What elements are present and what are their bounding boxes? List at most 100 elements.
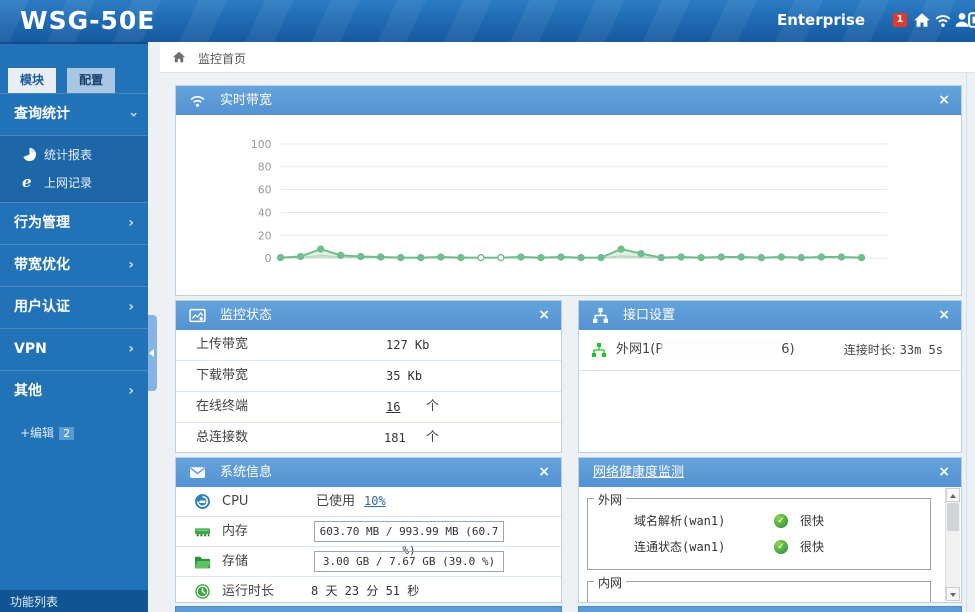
sidebar-item-behavior[interactable]: 行为管理 › [0,202,148,244]
panel-network-health: 网络健康度监测 × 外网 域名解析(wan1) ✓ 很快 连通状态(wan1) … [578,457,962,603]
panel-realtime-bandwidth: 实时带宽 × 020406080100 [175,85,962,296]
sidebar-item-label: 上网记录 [44,176,92,190]
row-label: 上传带宽 [196,330,248,360]
health-group-wan: 外网 域名解析(wan1) ✓ 很快 连通状态(wan1) ✓ 很快 [587,498,931,570]
sidebar-collapse-handle[interactable] [148,315,157,391]
sidebar-item-web-records[interactable]: e上网记录 [0,169,148,196]
sidebar-item-vpn[interactable]: VPN › [0,328,148,370]
panel-interface-settings: 接口设置 × 外网1(P6) 连接时长: 33m 5s [578,300,962,453]
tab-modules[interactable]: 模块 [8,68,56,93]
sidebar-item-user-auth[interactable]: 用户认证 › [0,286,148,328]
sidebar-item-query-stats[interactable]: 查询统计 › [0,93,148,135]
logout-icon[interactable] [968,11,975,29]
chart-image-icon [189,307,206,324]
sidebar: 模块 配置 查询统计 › 统计报表 e上网记录 行为管理 › 带宽优化 › [0,42,148,612]
close-icon[interactable]: × [938,458,950,487]
close-icon[interactable]: × [538,301,550,330]
sidebar-item-label: 其他 [14,383,42,399]
close-icon[interactable]: × [938,86,950,115]
edit-label: +编辑 [20,426,54,440]
svg-text:100: 100 [251,138,272,151]
cpu-usage-link[interactable]: 10% [364,487,386,516]
check-name: 域名解析(wan1) [634,508,725,534]
health-scrollbar[interactable] [945,488,960,601]
panel-system-info: 系统信息 × CPU 已使用 10% 内存 603.70 MB / 993.99… [175,457,562,603]
wan-interface-row[interactable]: 外网1(P6) 连接时长: 33m 5s [579,330,961,371]
home-icon-breadcrumb[interactable] [172,50,186,64]
monitor-row-upload: 上传带宽 127 Kb [176,330,561,361]
panel-header-interface: 接口设置 × [579,301,961,330]
breadcrumb[interactable]: 监控首页 [198,50,246,67]
breadcrumb-bar: 监控首页 [160,42,975,73]
group-label: 内网 [594,574,626,591]
online-terminals-link[interactable]: 16 [386,392,400,422]
panel-monitor-status: 监控状态 × 上传带宽 127 Kb 下载带宽 35 Kb 在线终端 16 个 … [175,300,562,453]
cpu-icon [194,493,211,510]
uptime-value: 8 天 23 分 51 秒 [311,577,419,606]
edit-badge: 2 [59,427,74,440]
envelope-icon [189,464,206,481]
row-label: 下载带宽 [196,361,248,391]
row-value: 181 [384,423,406,453]
bandwidth-chart: 020406080100 [176,115,961,295]
sidebar-item-label: 用户认证 [14,299,70,315]
chevron-right-icon: › [128,371,134,412]
scroll-up-icon[interactable] [946,488,960,502]
home-icon[interactable] [913,11,931,29]
sidebar-item-label: 带宽优化 [14,257,70,273]
panel-header-bandwidth: 实时带宽 × [176,86,961,115]
close-icon[interactable]: × [938,301,950,330]
monitor-row-connections: 181 总连接数 个 [176,423,561,453]
row-label: 内存 [222,517,248,546]
memory-icon [194,523,211,540]
svg-text:40: 40 [258,206,272,219]
system-row-memory: 内存 603.70 MB / 993.99 MB (60.7 %) [176,517,561,547]
sidebar-item-other[interactable]: 其他 › [0,370,148,412]
edition-label: Enterprise [777,11,865,29]
storage-meter: 3.00 GB / 7.67 GB (39.0 %) [314,551,504,572]
sidebar-item-label: 查询统计 [14,106,70,122]
panel-header-monitor: 监控状态 × [176,301,561,330]
panel-title: 实时带宽 [220,86,272,115]
chevron-right-icon: › [128,245,134,286]
sidebar-edit-button[interactable]: +编辑 2 [20,424,148,441]
notification-badge[interactable]: 1 [893,13,907,27]
panel-partial-right [578,606,962,612]
health-title-link[interactable]: 网络健康度监测 [593,458,684,487]
row-label: 在线终端 [196,392,248,422]
sidebar-item-label: 行为管理 [14,215,70,231]
row-value: 127 Kb [386,330,429,360]
sidebar-item-label: 统计报表 [44,148,92,162]
wifi-icon [189,92,206,109]
health-body: 外网 域名解析(wan1) ✓ 很快 连通状态(wan1) ✓ 很快 内网 [579,487,961,602]
app-window: WSG-50E Enterprise 1 模块 配置 查询统计 › [0,0,975,612]
main-content: 监控首页 实时带宽 × 020406080100 监控状态 × [160,42,975,612]
tab-config[interactable]: 配置 [67,68,115,93]
scroll-down-icon[interactable] [946,587,960,601]
redacted-ip [663,342,781,352]
group-label: 外网 [594,491,626,508]
duration-value: 33m 5s [900,343,943,357]
sidebar-item-bandwidth-opt[interactable]: 带宽优化 › [0,244,148,286]
chevron-right-icon: › [128,203,134,244]
sidebar-item-stats-report[interactable]: 统计报表 [0,142,148,169]
system-row-uptime: 运行时长 8 天 23 分 51 秒 [176,577,561,606]
close-icon[interactable]: × [538,458,550,487]
sidebar-item-label: VPN [14,341,47,357]
cpu-used-label: 已使用 [316,487,355,516]
health-group-lan: 内网 [587,581,931,602]
scroll-thumb[interactable] [947,503,959,531]
svg-text:0: 0 [265,252,272,265]
svg-text:20: 20 [258,229,272,242]
network-tree-icon [592,307,609,324]
app-header: WSG-50E Enterprise 1 [0,0,975,42]
panel-header-system: 系统信息 × [176,458,561,487]
chevron-down-icon: › [113,112,154,118]
wifi-icon[interactable] [934,11,952,29]
wan-name-prefix: 外网1(P [616,342,663,357]
collapse-arrow-icon [149,349,154,357]
row-unit: 个 [426,423,439,453]
uptime-clock-icon [194,583,211,600]
health-row-connectivity: 连通状态(wan1) ✓ 很快 [588,534,930,560]
panel-title: 监控状态 [220,301,272,330]
